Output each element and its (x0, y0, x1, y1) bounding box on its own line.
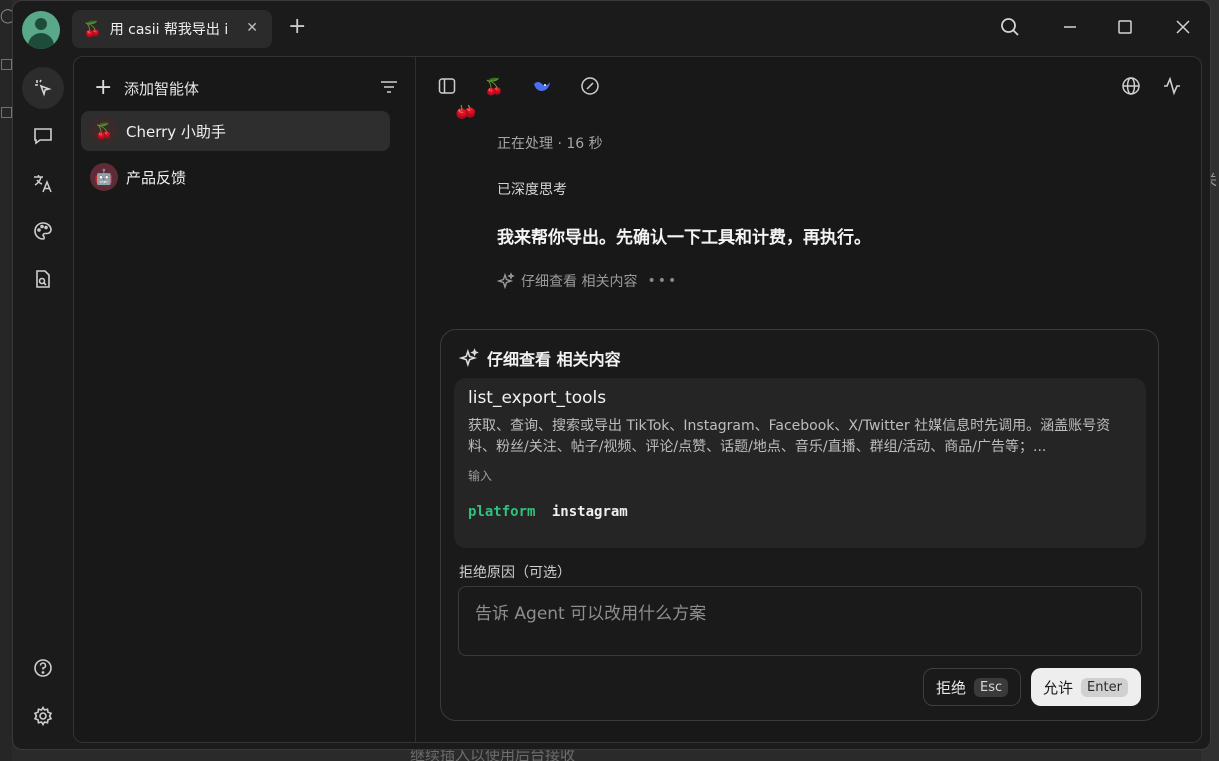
close-window-icon[interactable] (1172, 16, 1196, 40)
plus-icon: + (94, 75, 113, 100)
tab-title: 用 casii 帮我导出 i (109, 22, 229, 38)
tool-description: 获取、查询、搜索或导出 TikTok、Instagram、Facebook、X/… (468, 418, 1111, 455)
filter-icon[interactable] (379, 77, 399, 101)
tool-param: platform instagram (468, 504, 628, 520)
robot-icon: 🤖 (90, 163, 118, 191)
rail-translate-button[interactable] (22, 162, 64, 204)
chat-bubble-icon (34, 128, 52, 145)
globe-icon[interactable] (1120, 75, 1142, 97)
reject-reason-input[interactable] (458, 586, 1142, 656)
add-agent-button[interactable]: + 添加智能体 (94, 75, 399, 101)
help-icon (34, 659, 52, 677)
assistant-avatar: 🍒 (452, 105, 480, 120)
param-value: instagram (551, 504, 628, 520)
rail-settings-button[interactable] (22, 695, 64, 737)
allow-label: 允许 (1043, 678, 1074, 697)
enter-key-hint: Enter (1081, 677, 1128, 697)
rail-help-button[interactable] (22, 647, 64, 689)
sparkle-icon (497, 272, 515, 290)
reject-reason-label: 拒绝原因（可选） (459, 565, 571, 581)
title-bar: 🍒 用 casii 帮我导出 i ✕ + (13, 1, 1210, 55)
chat-pane: 🍒 🍒 正在处理 · 16 秒 已深度思考 我来帮你导出。先确认一下工具和计费，… (416, 57, 1201, 742)
cherry-icon[interactable]: 🍒 (483, 75, 505, 97)
minimize-icon[interactable] (1059, 16, 1083, 40)
palette-icon (34, 222, 52, 240)
main-panel: + 添加智能体 🍒 Cherry 小助手 🤖 产品反馈 🍒 🍒 正在处理 · 1… (73, 56, 1202, 743)
related-content-label: 仔细查看 相关内容 (521, 274, 638, 290)
new-tab-button[interactable]: + (288, 15, 306, 39)
allow-button[interactable]: 允许 Enter (1031, 668, 1141, 706)
tool-name: list_export_tools (468, 388, 607, 408)
translate-icon (34, 175, 52, 193)
tool-call-box: list_export_tools 获取、查询、搜索或导出 TikTok、Ins… (454, 378, 1146, 548)
rail-agents-button[interactable] (22, 67, 64, 109)
agent-name: 产品反馈 (126, 168, 187, 187)
tab-close-icon[interactable]: ✕ (246, 20, 258, 36)
esc-key-hint: Esc (974, 677, 1009, 697)
file-search-icon (36, 270, 50, 288)
background-app-left-edge: ◯ □ □ (0, 0, 16, 761)
gear-icon (33, 705, 53, 727)
reject-label: 拒绝 (936, 678, 967, 697)
card-title: 仔细查看 相关内容 (459, 346, 621, 370)
user-avatar[interactable] (22, 11, 60, 49)
tab-active[interactable]: 🍒 用 casii 帮我导出 i ✕ (72, 10, 272, 48)
app-window: 🍒 用 casii 帮我导出 i ✕ + + 添加智能体 🍒 Cherry 小助… (12, 0, 1211, 750)
agent-item-cherry[interactable]: 🍒 Cherry 小助手 (81, 111, 390, 151)
reject-button[interactable]: 拒绝 Esc (923, 668, 1021, 706)
rail-theme-button[interactable] (22, 210, 64, 252)
search-icon[interactable] (999, 16, 1023, 40)
compass-icon[interactable] (579, 75, 601, 97)
rail-chat-button[interactable] (22, 115, 64, 157)
cherry-icon: 🍒 (83, 20, 102, 38)
param-key: platform (468, 504, 536, 520)
agent-list-pane: + 添加智能体 🍒 Cherry 小助手 🤖 产品反馈 (74, 57, 416, 742)
related-content-link[interactable]: 仔细查看 相关内容 ••• (497, 271, 678, 291)
activity-icon[interactable] (1161, 75, 1183, 97)
add-agent-label: 添加智能体 (124, 79, 200, 98)
rail-files-button[interactable] (22, 258, 64, 300)
tool-approval-card: 仔细查看 相关内容 list_export_tools 获取、查询、搜索或导出 … (440, 329, 1159, 721)
card-title-text: 仔细查看 相关内容 (487, 350, 621, 369)
model-logo-icon[interactable] (531, 75, 553, 97)
cherry-icon: 🍒 (90, 117, 118, 145)
agent-name: Cherry 小助手 (126, 122, 226, 141)
thinking-summary[interactable]: 已深度思考 (497, 179, 567, 199)
chat-toolbar: 🍒 (416, 57, 1201, 113)
maximize-icon[interactable] (1114, 16, 1138, 40)
assistant-message: 我来帮你导出。先确认一下工具和计费，再执行。 (497, 228, 871, 248)
tool-input-label: 输入 (468, 469, 493, 483)
left-rail (13, 55, 73, 749)
sidebar-toggle-icon[interactable] (436, 75, 458, 97)
sparkle-cursor-icon (35, 79, 52, 97)
processing-status: 正在处理 · 16 秒 (497, 136, 603, 152)
agent-item-feedback[interactable]: 🤖 产品反馈 (81, 157, 390, 197)
sparkle-icon (459, 348, 479, 368)
more-dots: ••• (647, 273, 679, 289)
